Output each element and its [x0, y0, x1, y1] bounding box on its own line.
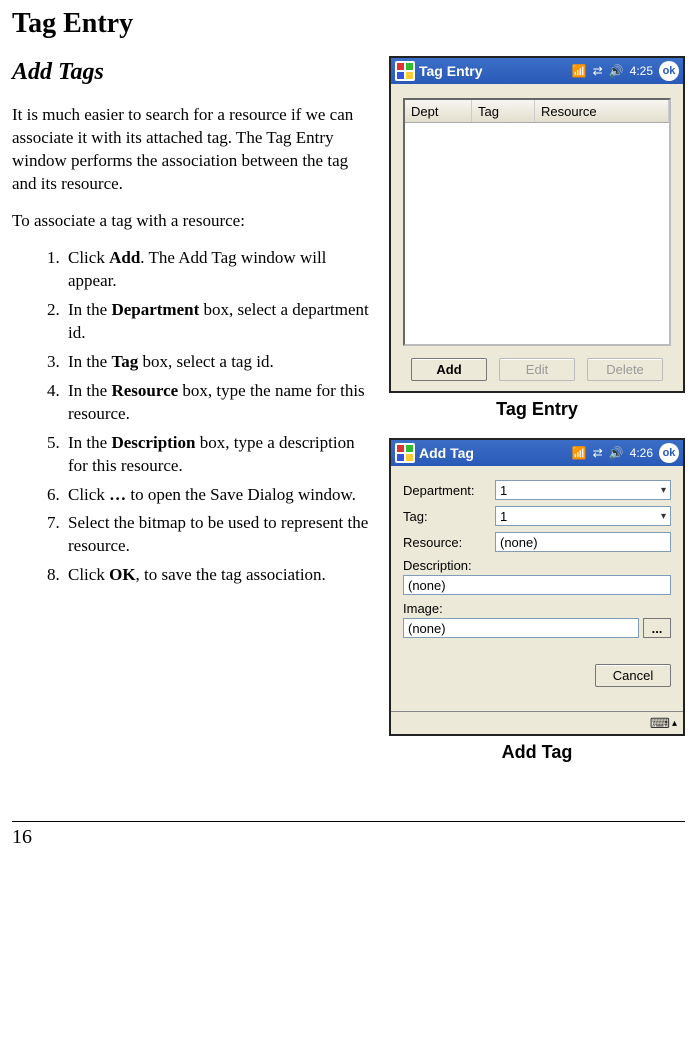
lead-paragraph: To associate a tag with a resource: [12, 210, 373, 233]
step-4: In the Resource box, type the name for t… [64, 380, 373, 426]
edit-button: Edit [499, 358, 575, 381]
image-label: Image: [403, 601, 671, 616]
signal-icon: 📶 [572, 446, 587, 460]
step-3: In the Tag box, select a tag id. [64, 351, 373, 374]
steps-list: Click Add. The Add Tag window will appea… [12, 247, 373, 587]
image-input[interactable]: (none) [403, 618, 639, 638]
browse-button[interactable]: ... [643, 618, 671, 638]
add-tag-caption: Add Tag [389, 742, 685, 763]
ok-button[interactable]: ok [659, 61, 679, 81]
tag-list[interactable]: Dept Tag Resource [403, 98, 671, 346]
step-7: Select the bitmap to be used to represen… [64, 512, 373, 558]
tag-entry-caption: Tag Entry [389, 399, 685, 420]
titlebar: Tag Entry 📶 ⇄ 🔊 4:25 ok [391, 58, 683, 84]
department-combo[interactable]: 1 [495, 480, 671, 500]
volume-icon: 🔊 [609, 446, 624, 460]
add-tag-window: Add Tag 📶 ⇄ 🔊 4:26 ok Department: 1 Tag:… [389, 438, 685, 736]
titlebar: Add Tag 📶 ⇄ 🔊 4:26 ok [391, 440, 683, 466]
cancel-button[interactable]: Cancel [595, 664, 671, 687]
page-number: 16 [12, 821, 685, 849]
page-title: Tag Entry [12, 8, 685, 40]
step-2: In the Department box, select a departme… [64, 299, 373, 345]
window-title: Tag Entry [419, 63, 568, 79]
sip-bar: ⌨ ▴ [391, 711, 683, 734]
resource-label: Resource: [403, 535, 489, 550]
volume-icon: 🔊 [609, 64, 624, 78]
delete-button: Delete [587, 358, 663, 381]
signal-icon: 📶 [572, 64, 587, 78]
col-resource[interactable]: Resource [535, 100, 669, 122]
tag-label: Tag: [403, 509, 489, 524]
description-input[interactable]: (none) [403, 575, 671, 595]
ok-button[interactable]: ok [659, 443, 679, 463]
description-label: Description: [403, 558, 671, 573]
step-6: Click … to open the Save Dialog window. [64, 484, 373, 507]
step-5: In the Description box, type a descripti… [64, 432, 373, 478]
keyboard-icon[interactable]: ⌨ [650, 715, 670, 732]
resource-input[interactable]: (none) [495, 532, 671, 552]
start-icon[interactable] [395, 443, 415, 463]
step-8: Click OK, to save the tag association. [64, 564, 373, 587]
department-label: Department: [403, 483, 489, 498]
body-text: Add Tags It is much easier to search for… [12, 56, 373, 781]
step-1: Click Add. The Add Tag window will appea… [64, 247, 373, 293]
add-button[interactable]: Add [411, 358, 487, 381]
connectivity-icon: ⇄ [593, 446, 603, 460]
col-tag[interactable]: Tag [472, 100, 535, 122]
section-heading: Add Tags [12, 56, 373, 88]
tag-combo[interactable]: 1 [495, 506, 671, 526]
intro-paragraph: It is much easier to search for a resour… [12, 104, 373, 196]
clock-text: 4:26 [630, 446, 653, 460]
list-header: Dept Tag Resource [405, 100, 669, 123]
start-icon[interactable] [395, 61, 415, 81]
clock-text: 4:25 [630, 64, 653, 78]
window-title: Add Tag [419, 445, 568, 461]
connectivity-icon: ⇄ [593, 64, 603, 78]
sip-arrow-icon[interactable]: ▴ [672, 718, 677, 729]
col-dept[interactable]: Dept [405, 100, 472, 122]
tag-entry-window: Tag Entry 📶 ⇄ 🔊 4:25 ok Dept Tag Resourc… [389, 56, 685, 393]
